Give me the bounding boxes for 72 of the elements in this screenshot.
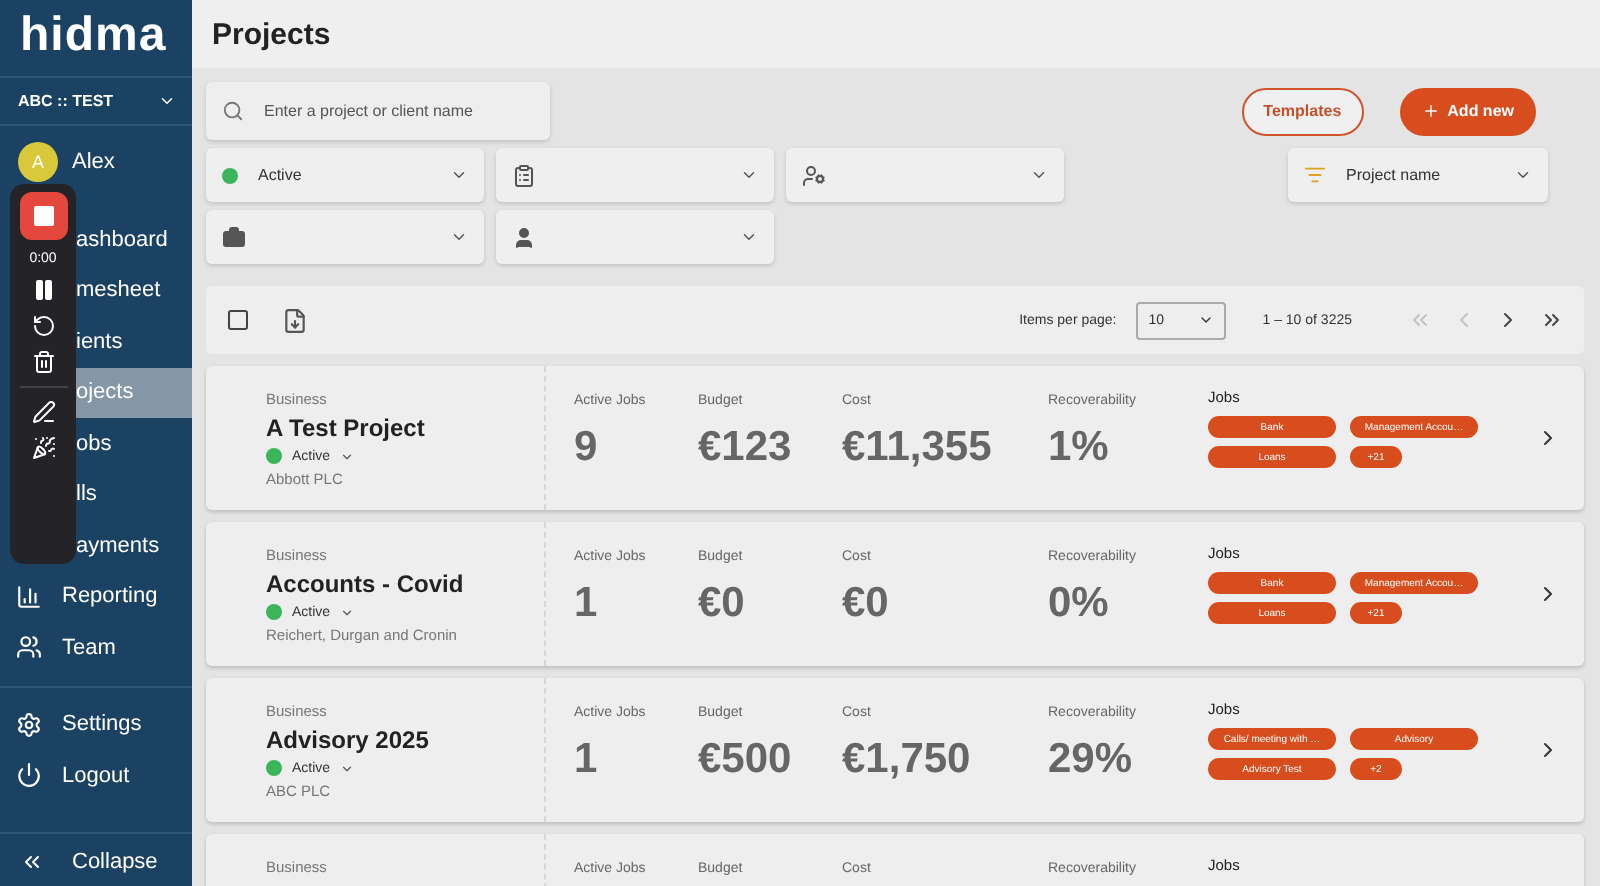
filter-select[interactable] bbox=[206, 210, 484, 264]
templates-button[interactable]: Templates bbox=[1241, 87, 1364, 135]
project-name: A Test Project bbox=[266, 414, 427, 442]
caret-icon bbox=[450, 166, 468, 184]
pause-icon[interactable] bbox=[31, 278, 55, 302]
person-icon bbox=[512, 225, 536, 249]
caret-icon bbox=[340, 449, 355, 463]
caret-icon bbox=[340, 761, 355, 775]
caret-icon bbox=[340, 605, 355, 619]
settings-icon bbox=[16, 711, 42, 738]
stop-button[interactable] bbox=[19, 192, 67, 240]
clipboard-icon bbox=[512, 163, 536, 187]
status-dot bbox=[266, 604, 282, 620]
search-icon bbox=[222, 100, 244, 122]
caret-icon bbox=[450, 228, 468, 246]
stat-value: 29% bbox=[1048, 736, 1135, 784]
nav-item[interactable]: lls bbox=[76, 469, 192, 520]
caret-icon bbox=[1514, 166, 1532, 184]
last-page-icon[interactable] bbox=[1540, 308, 1564, 332]
nav-item[interactable]: Team bbox=[0, 622, 192, 673]
nav-item[interactable]: ayments bbox=[76, 520, 192, 571]
avatar: A bbox=[18, 142, 58, 182]
status-dot bbox=[222, 167, 238, 183]
stat-value: 1% bbox=[1048, 424, 1111, 472]
caret-icon bbox=[1198, 312, 1215, 328]
restart-icon[interactable] bbox=[31, 314, 55, 338]
export-icon[interactable] bbox=[282, 307, 308, 333]
nav-item[interactable]: obs bbox=[76, 418, 192, 469]
sort-icon bbox=[1304, 164, 1326, 186]
trash-icon[interactable] bbox=[31, 350, 55, 374]
double-chevron-icon bbox=[20, 850, 44, 874]
briefcase-icon bbox=[222, 225, 246, 249]
status-dot bbox=[266, 760, 282, 776]
nav-item[interactable]: ients bbox=[76, 316, 192, 367]
caret-icon bbox=[1030, 166, 1048, 184]
person-icon bbox=[802, 163, 826, 187]
add-new-button[interactable]: Add new bbox=[1399, 87, 1536, 135]
stat-value: €0 bbox=[842, 580, 891, 628]
caret-icon bbox=[158, 92, 176, 110]
stat-value: €11,355 bbox=[842, 424, 994, 472]
nav-item[interactable]: Logout bbox=[0, 750, 192, 801]
sort-select[interactable]: Project name bbox=[1288, 148, 1548, 202]
project-name: Accounts - Covid bbox=[266, 570, 466, 598]
search-field[interactable]: Enter a project or client name bbox=[206, 82, 550, 140]
user-name: Alex bbox=[72, 150, 115, 174]
stat-value: €123 bbox=[698, 424, 794, 472]
status-dot bbox=[266, 448, 282, 464]
nav-item[interactable]: mesheet bbox=[76, 265, 192, 316]
confetti-icon[interactable] bbox=[31, 436, 55, 460]
stat-value: 9 bbox=[574, 424, 600, 472]
stat-value: 0% bbox=[1048, 580, 1111, 628]
stat-value: 1 bbox=[574, 736, 600, 784]
search-input[interactable]: Enter a project or client name bbox=[260, 100, 540, 122]
nav-item[interactable]: ashboard bbox=[76, 214, 192, 265]
filter-select[interactable]: Active bbox=[206, 148, 484, 202]
pen-icon[interactable] bbox=[31, 400, 55, 424]
plus-icon bbox=[1421, 102, 1440, 120]
stat-value: €0 bbox=[698, 580, 747, 628]
logo: hidma bbox=[18, 6, 169, 66]
chart-icon bbox=[16, 583, 42, 610]
stat-value: 1 bbox=[574, 580, 600, 628]
checkbox[interactable] bbox=[226, 308, 250, 332]
project-name: Advisory 2025 bbox=[266, 726, 431, 754]
stat-value: €500 bbox=[698, 736, 794, 784]
team-icon bbox=[16, 634, 42, 661]
nav-item[interactable]: Reporting bbox=[0, 571, 192, 622]
caret-icon bbox=[740, 166, 758, 184]
nav-item[interactable]: Settings bbox=[0, 699, 192, 750]
stat-value: €1,750 bbox=[842, 736, 973, 784]
caret-icon bbox=[740, 228, 758, 246]
power-icon bbox=[16, 762, 42, 789]
page-title: Projects bbox=[192, 0, 1600, 68]
